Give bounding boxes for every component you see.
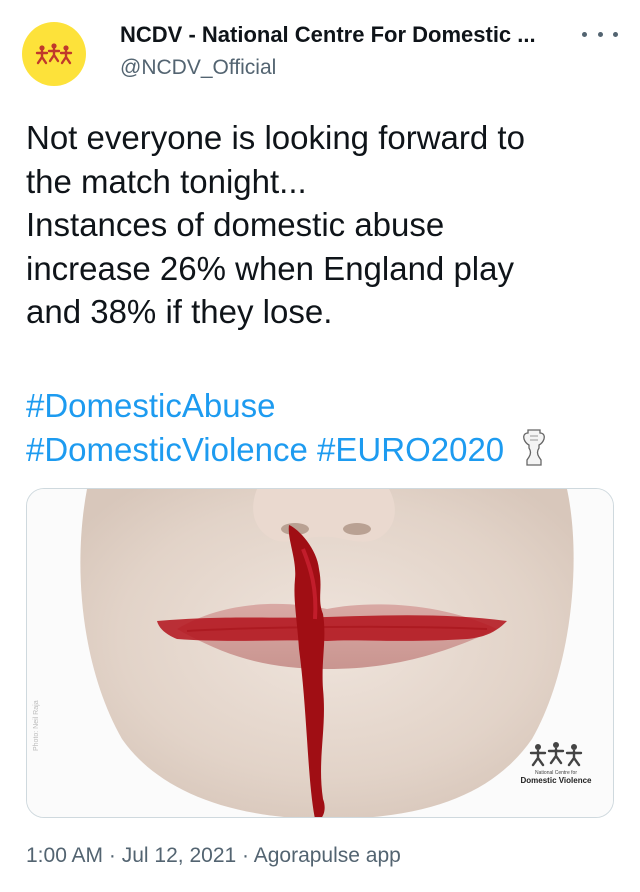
tweet-time[interactable]: 1:00 AM (26, 844, 103, 867)
separator: · (242, 844, 250, 867)
avatar[interactable] (22, 22, 86, 86)
separator: · (108, 844, 116, 867)
tweet-text: Not everyone is looking forward to the m… (26, 116, 626, 334)
dot (582, 31, 587, 37)
tweet-date[interactable]: Jul 12, 2021 (122, 844, 236, 867)
tweet-text-line: and 38% if they lose. (26, 293, 333, 330)
tweet-text-line: increase 26% when England play (26, 249, 514, 287)
ncdv-watermark-logo: National Centre for Domestic Violence (511, 741, 601, 797)
hashtag-link[interactable]: #DomesticViolence (26, 431, 308, 468)
more-options-icon[interactable] (582, 22, 618, 46)
photo-credit: Photo: Neil Raja (33, 700, 40, 751)
tweet-text-line: the match tonight... (26, 162, 307, 200)
dot (613, 31, 618, 37)
tweet-text-line: Instances of domestic abuse (26, 206, 445, 243)
tweet-header: NCDV - National Centre For Domestic ... … (0, 0, 640, 100)
account-handle[interactable]: @NCDV_Official (120, 56, 276, 80)
hashtags: #DomesticAbuse #DomesticViolence #EURO20… (26, 384, 626, 471)
tweet-source[interactable]: Agorapulse app (254, 844, 401, 867)
tweet-text-line: Not everyone is looking forward to (26, 119, 525, 156)
trophy-icon (523, 429, 546, 466)
logo-title: Domestic Violence (520, 776, 592, 785)
tweet-metadata: 1:00 AM · Jul 12, 2021 · Agorapulse app (26, 844, 401, 868)
tweet-image[interactable]: Photo: Neil Raja National Centre for Dom… (26, 488, 614, 818)
dot (597, 31, 603, 37)
ncdv-logo-icon (35, 43, 73, 65)
display-name[interactable]: NCDV - National Centre For Domestic ... (120, 22, 536, 48)
hashtag-link[interactable]: #DomesticAbuse (26, 387, 275, 424)
hashtag-link[interactable]: #EURO2020 (317, 431, 504, 468)
ncdv-logo-icon (529, 742, 583, 767)
